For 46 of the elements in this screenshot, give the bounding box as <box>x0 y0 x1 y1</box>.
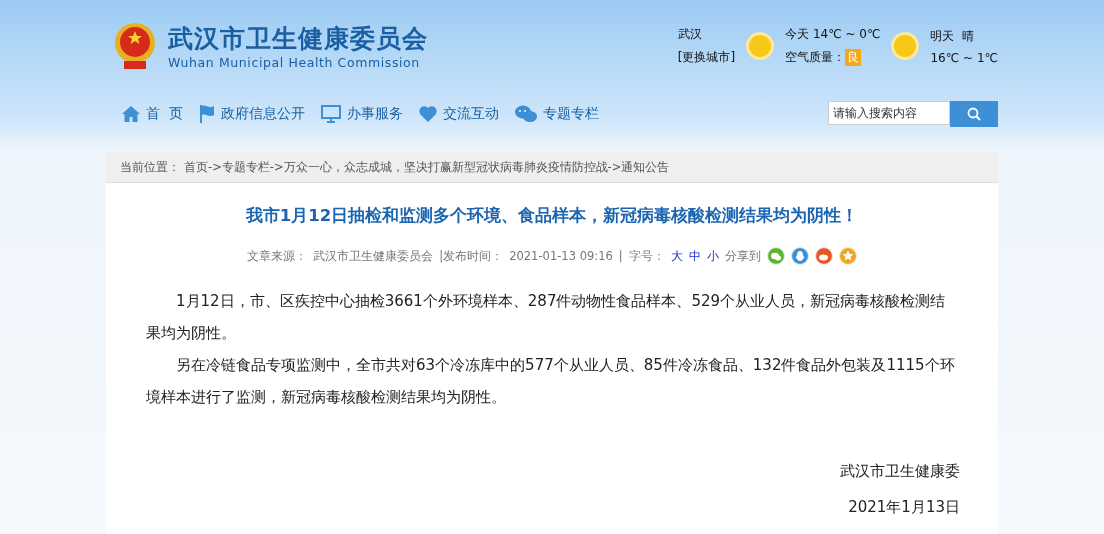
home-icon <box>122 106 140 122</box>
star-share-icon[interactable] <box>838 247 857 265</box>
qq-share-icon[interactable] <box>790 247 809 265</box>
flag-icon <box>198 105 215 123</box>
signature-date: 2021年1月13日 <box>847 497 960 518</box>
date-label: |发布时间： <box>439 248 504 264</box>
sun-icon <box>745 31 776 61</box>
source-name: 武汉市卫生健康委员会 <box>313 248 434 264</box>
font-size-link[interactable]: 中 <box>688 248 701 264</box>
city-name: 武汉 <box>677 26 703 43</box>
font-size-link[interactable]: 大 <box>670 248 683 264</box>
nav-link[interactable]: 专题专栏 <box>514 105 599 123</box>
monitor-icon <box>320 105 341 123</box>
heart-icon <box>418 106 437 122</box>
breadcrumb-path: 首页->专题专栏->万众一心，众志成城，坚决打赢新型冠状病毒肺炎疫情防控战->通知公告 <box>184 159 670 175</box>
chat-icon <box>514 105 537 123</box>
search-field[interactable]: 请输入搜索内容 <box>828 101 950 125</box>
change-city-link[interactable]: [更换城市] <box>677 49 736 66</box>
share-label: 分享到 <box>724 248 761 264</box>
nav-link[interactable]: 政府信息公开 <box>198 105 305 123</box>
font-size-label: 字号： <box>628 248 665 264</box>
separator: | <box>618 249 623 263</box>
tomorrow-temperature: 16℃ ~ 1℃ <box>930 50 998 65</box>
nav-link[interactable]: 首 页 <box>122 105 183 123</box>
article-title: 我市1月12日抽检和监测多个环境、食品样本，新冠病毒核酸检测结果均为阴性！ <box>244 205 860 227</box>
search-button[interactable] <box>950 101 998 127</box>
today-weather: 今天 14℃ ~ 0℃ <box>785 26 881 43</box>
air-quality-value: 良 <box>845 49 862 66</box>
site-title: 武汉市卫生健康委员会 <box>168 23 428 55</box>
site-subtitle: Wuhan Municipal Health Commission <box>168 55 421 70</box>
tomorrow-weather: 明天 晴 <box>930 27 976 45</box>
sun-icon <box>890 31 921 61</box>
breadcrumb-label: 当前位置： <box>120 159 180 175</box>
signature: 武汉市卫生健康委 <box>839 461 960 482</box>
nav-link[interactable]: 交流互动 <box>418 105 499 123</box>
source-label: 文章来源： <box>247 248 308 264</box>
font-size-link[interactable]: 小 <box>706 248 719 264</box>
article-paragraph: 另在冷链食品专项监测中，全市共对63个冷冻库中的577个从业人员、85件冷冻食品、132件食品外包装及1115个环境样本进行了监测，新冠病毒核酸检测结果均为阴性。 <box>146 355 956 408</box>
search-icon <box>967 107 981 121</box>
weibo-share-icon[interactable] <box>814 247 833 265</box>
publish-date: 2021-01-13 09:16 <box>509 249 613 263</box>
wechat-share-icon[interactable] <box>766 247 785 265</box>
air-quality-label: 空气质量： <box>785 49 846 66</box>
article-paragraph: 1月12日，市、区疾控中心抽检3661个外环境样本、287件动物性食品样本、529个从业人员，新冠病毒核酸检测结果均为阴性。 <box>146 291 947 344</box>
emblem-icon <box>112 21 158 71</box>
nav-link[interactable]: 办事服务 <box>320 105 403 123</box>
